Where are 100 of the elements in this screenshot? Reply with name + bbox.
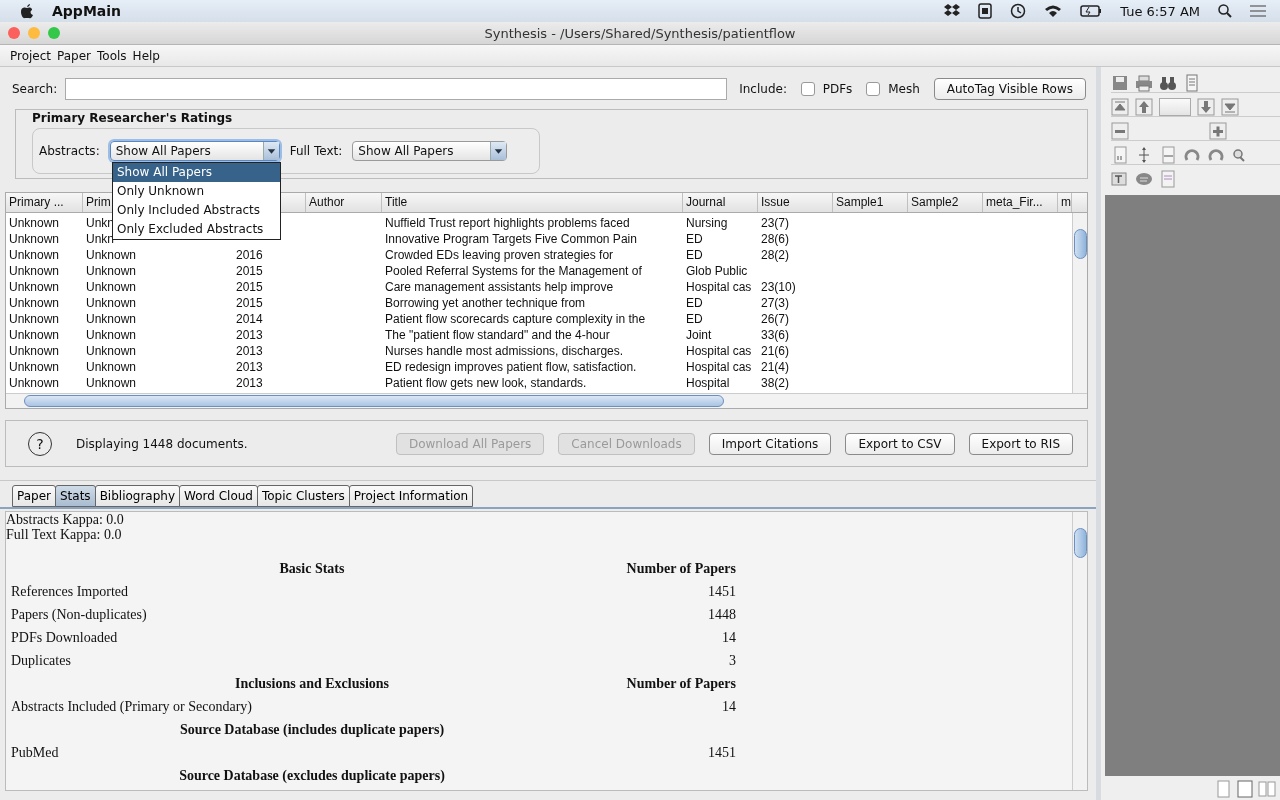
column-header[interactable]: Prim — [86, 193, 111, 212]
search-field[interactable] — [65, 77, 728, 100]
table-cell: Nursing — [686, 215, 728, 231]
action-button[interactable]: Export to RIS — [968, 432, 1073, 455]
continuous-page-icon[interactable] — [1236, 780, 1254, 798]
window-title: Synthesis - /Users/Shared/Synthesis/patientflow — [483, 25, 797, 41]
group-title: Primary Researcher's Ratings — [32, 111, 234, 127]
tab[interactable]: Stats — [55, 485, 96, 507]
arrow-up-icon[interactable] — [1135, 97, 1153, 116]
column-header[interactable]: meta_Fir... — [986, 193, 1043, 212]
stat-value: 14 — [721, 630, 736, 647]
table-cell: Nuffield Trust report highlights problems faced — [385, 215, 630, 231]
list-icon[interactable] — [1250, 5, 1266, 17]
menu-item[interactable]: Tools — [97, 48, 127, 63]
two-page-icon[interactable] — [1258, 780, 1276, 798]
table-cell: 2015 — [236, 295, 263, 311]
full-text-dropdown[interactable]: Show All Papers — [352, 141, 508, 161]
table-cell: 21(4) — [761, 359, 789, 375]
column-header[interactable]: Title — [385, 193, 408, 212]
table-cell: 2015 — [236, 279, 263, 295]
column-header[interactable]: Sample1 — [836, 193, 884, 212]
single-page-icon[interactable] — [1214, 780, 1232, 798]
horizontal-scrollbar[interactable] — [6, 393, 1087, 408]
table-cell: Patient flow scorecards capture complexity in the — [385, 311, 646, 327]
table-cell: 27(3) — [761, 295, 789, 311]
dropbox-icon[interactable] — [944, 4, 961, 18]
autotag-button[interactable]: AutoTag Visible Rows — [933, 77, 1086, 100]
stat-label: PubMed — [10, 745, 60, 762]
action-button[interactable]: Import Citations — [708, 432, 832, 455]
checkbox-label: PDFs — [822, 81, 853, 96]
table-cell: Unknown — [9, 247, 60, 263]
page-icon[interactable] — [1183, 73, 1201, 92]
arrow-down-icon[interactable] — [1197, 97, 1215, 116]
menu-item[interactable]: Paper — [57, 48, 92, 63]
table-cell: 26(7) — [761, 311, 789, 327]
column-header[interactable]: Journal — [686, 193, 726, 212]
abstracts-dropdown[interactable]: Show All Papers — [109, 141, 280, 161]
table-cell: ED — [686, 247, 703, 263]
table-cell: Pooled Referral Systems for the Management of — [385, 263, 642, 279]
caret-icon[interactable] — [490, 142, 507, 160]
table-cell: Unknown — [86, 247, 137, 263]
first-page-icon[interactable] — [1111, 97, 1129, 116]
page-number-field[interactable] — [1159, 97, 1191, 116]
apple-icon[interactable] — [20, 3, 34, 19]
table-cell: Nurses handle most admissions, discharges. — [385, 343, 624, 359]
tab[interactable]: Bibliography — [94, 485, 181, 507]
column-header[interactable]: m — [1061, 193, 1071, 212]
table-cell: Hospital cas — [686, 343, 752, 359]
last-page-icon[interactable] — [1221, 97, 1239, 116]
save-icon[interactable] — [1111, 73, 1129, 92]
actual-size-icon[interactable] — [1111, 145, 1129, 164]
document-icon[interactable] — [978, 3, 993, 19]
stat-value: 3 — [728, 653, 736, 670]
table-cell: Hospital cas — [686, 279, 752, 295]
wifi-icon[interactable] — [1044, 4, 1063, 18]
action-button[interactable]: Export to CSV — [845, 432, 955, 455]
vertical-scrollbar[interactable] — [1072, 213, 1087, 393]
table-cell: Unknown — [9, 295, 60, 311]
checkbox[interactable] — [800, 81, 815, 96]
tab[interactable]: Project Information — [348, 485, 474, 507]
section-heading: Source Database (excludes duplicate papers) — [178, 768, 446, 785]
stat-value: 14 — [721, 699, 736, 716]
battery-icon[interactable] — [1080, 5, 1103, 17]
section-heading: Basic Stats — [278, 561, 346, 578]
fit-width-icon[interactable] — [1159, 145, 1177, 164]
tab[interactable]: Topic Clusters — [257, 485, 350, 507]
vertical-scrollbar[interactable] — [1072, 512, 1087, 790]
app-name[interactable]: AppMain — [52, 3, 122, 19]
table-cell: Hospital — [686, 375, 730, 391]
table-cell: 2014 — [236, 311, 263, 327]
table-cell: Unknown — [86, 327, 137, 343]
column-header[interactable]: Primary ... — [9, 193, 64, 212]
column-header[interactable]: Issue — [761, 193, 790, 212]
clock-text[interactable]: Tue 6:57 AM — [1120, 3, 1200, 19]
column-header[interactable]: Sample2 — [911, 193, 959, 212]
table-cell: Borrowing yet another technique from — [385, 295, 586, 311]
plus-icon[interactable] — [1209, 121, 1227, 140]
text-tool-icon[interactable] — [1111, 170, 1129, 188]
column-heading: Number of Papers — [625, 561, 736, 578]
table-cell: ED — [686, 295, 703, 311]
comment-icon[interactable] — [1135, 170, 1153, 188]
search-icon[interactable] — [1218, 4, 1232, 18]
print-icon[interactable] — [1135, 73, 1153, 92]
table-cell: Unknown — [86, 295, 137, 311]
dropdown-option[interactable]: Show All Papers — [113, 163, 280, 182]
zoom-button[interactable] — [48, 27, 60, 39]
caret-icon[interactable] — [262, 142, 279, 160]
checkbox[interactable] — [866, 81, 881, 96]
tab[interactable]: Paper — [12, 485, 56, 507]
checkbox-label: Mesh — [888, 81, 920, 96]
table-cell: Unknown — [9, 263, 60, 279]
table-cell: Unknown — [86, 359, 137, 375]
menu-item[interactable]: Project — [10, 48, 52, 63]
column-header[interactable]: Author — [309, 193, 345, 212]
menu-item[interactable]: Help — [132, 48, 160, 63]
tab[interactable]: Word Cloud — [179, 485, 258, 507]
table-cell: 28(6) — [761, 231, 789, 247]
close-button[interactable] — [8, 27, 20, 39]
clock-icon[interactable] — [1010, 3, 1027, 19]
minus-icon[interactable] — [1111, 121, 1129, 140]
